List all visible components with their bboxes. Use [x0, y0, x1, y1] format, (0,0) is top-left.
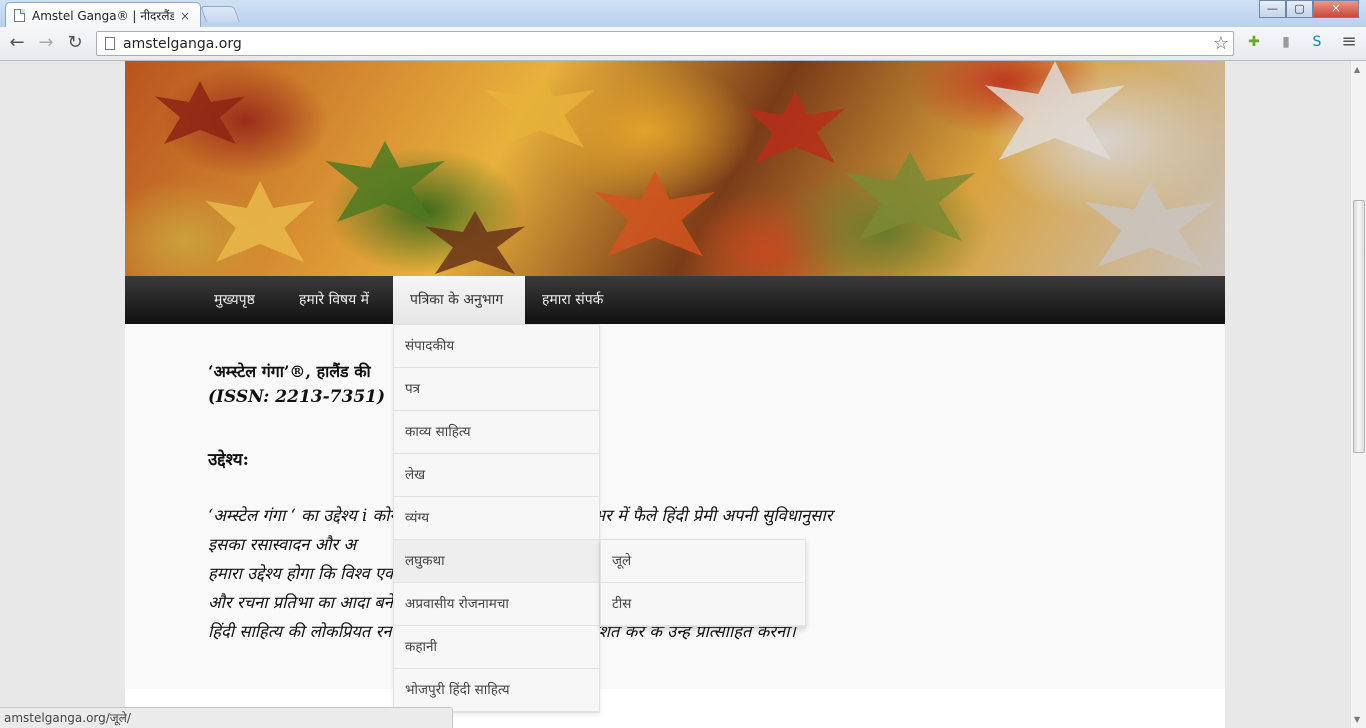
short-story-submenu: जूले टीस	[600, 539, 806, 627]
close-window-button[interactable]: ✕	[1313, 0, 1359, 18]
status-bar-url: amstelganga.org/जूले/	[0, 707, 453, 728]
main-content: ‘अम्स्टेल गंगा’®, हालैंड की (ISSN: 2213-…	[125, 324, 1225, 689]
sections-dropdown: संपादकीय पत्र काव्य साहित्य लेख व्यंग्य …	[393, 324, 600, 713]
scroll-down-arrow-icon[interactable]: ▼	[1354, 715, 1360, 724]
scroll-up-arrow-icon[interactable]: ▲	[1354, 65, 1360, 74]
tab-close-icon[interactable]: ×	[180, 9, 190, 23]
purpose-heading: उद्देश्य:	[208, 450, 249, 470]
window-controls: — ▢ ✕	[1259, 0, 1359, 18]
nav-item-about[interactable]: हमारे विषय में	[282, 276, 386, 324]
nav-item-home[interactable]: मुख्यपृष्ठ	[197, 276, 272, 324]
nav-item-sections[interactable]: पत्रिका के अनुभाग	[393, 276, 525, 324]
browser-titlebar: Amstel Ganga® | नीदरलैंड से × — ▢ ✕	[0, 0, 1366, 28]
dropdown-item-short-story[interactable]: लघुकथा	[394, 540, 599, 583]
page-icon	[14, 9, 25, 22]
signal-bars-icon[interactable]: ▮	[1277, 33, 1295, 51]
paragraph-line: और रचना प्रतिभा का आदा बनें।	[208, 593, 400, 612]
address-bar[interactable]: amstelganga.org ☆	[96, 31, 1234, 56]
browser-tab[interactable]: Amstel Ganga® | नीदरलैंड से ×	[5, 2, 201, 28]
new-tab-button[interactable]	[200, 6, 240, 22]
dropdown-item-poetry[interactable]: काव्य साहित्य	[394, 411, 599, 454]
back-icon[interactable]: ←	[6, 33, 28, 53]
dropdown-item-bhojpuri[interactable]: भोजपुरी हिंदी साहित्य	[394, 669, 599, 712]
bookmark-star-icon[interactable]: ☆	[1213, 33, 1229, 54]
page-icon	[105, 37, 115, 50]
skype-icon[interactable]: S	[1308, 33, 1326, 51]
dropdown-item-stories[interactable]: कहानी	[394, 626, 599, 669]
dropdown-item-articles[interactable]: लेख	[394, 454, 599, 497]
header-banner-image	[125, 61, 1225, 276]
dropdown-item-letters[interactable]: पत्र	[394, 368, 599, 411]
minimize-button[interactable]: —	[1259, 0, 1286, 18]
vertical-scrollbar[interactable]: ▲ ▼	[1350, 61, 1366, 728]
scrollbar-thumb[interactable]	[1353, 200, 1365, 453]
submenu-item-tees[interactable]: टीस	[601, 583, 805, 626]
tab-title: Amstel Ganga® | नीदरलैंड से	[32, 9, 174, 23]
maximize-button[interactable]: ▢	[1286, 0, 1313, 18]
page-viewport: मुख्यपृष्ठ हमारे विषय में पत्रिका के अनु…	[0, 61, 1350, 728]
reload-icon[interactable]: ↻	[64, 33, 86, 53]
menu-icon[interactable]: ≡	[1340, 33, 1358, 51]
nav-item-contact[interactable]: हमारा संपर्क	[525, 276, 620, 324]
submenu-item-jule[interactable]: जूले	[601, 540, 805, 583]
browser-toolbar: ← → ↻ amstelganga.org ☆	[0, 27, 1366, 61]
issn-text: (ISSN: 2213-7351)	[208, 387, 386, 407]
dropdown-item-satire[interactable]: व्यंग्य	[394, 497, 599, 540]
main-nav-menu: मुख्यपृष्ठ हमारे विषय में पत्रिका के अनु…	[125, 276, 1225, 324]
dropdown-item-editorial[interactable]: संपादकीय	[394, 325, 599, 368]
paragraph-line: इसका रसास्वादन और अ	[208, 535, 357, 554]
forward-icon[interactable]: →	[35, 33, 57, 53]
page-heading: ‘अम्स्टेल गंगा’®, हालैंड की	[208, 362, 371, 381]
extension-puzzle-icon[interactable]: ✚	[1245, 33, 1263, 51]
dropdown-item-diary[interactable]: अप्रवासीय रोजनामचा	[394, 583, 599, 626]
address-url[interactable]: amstelganga.org	[123, 36, 242, 52]
